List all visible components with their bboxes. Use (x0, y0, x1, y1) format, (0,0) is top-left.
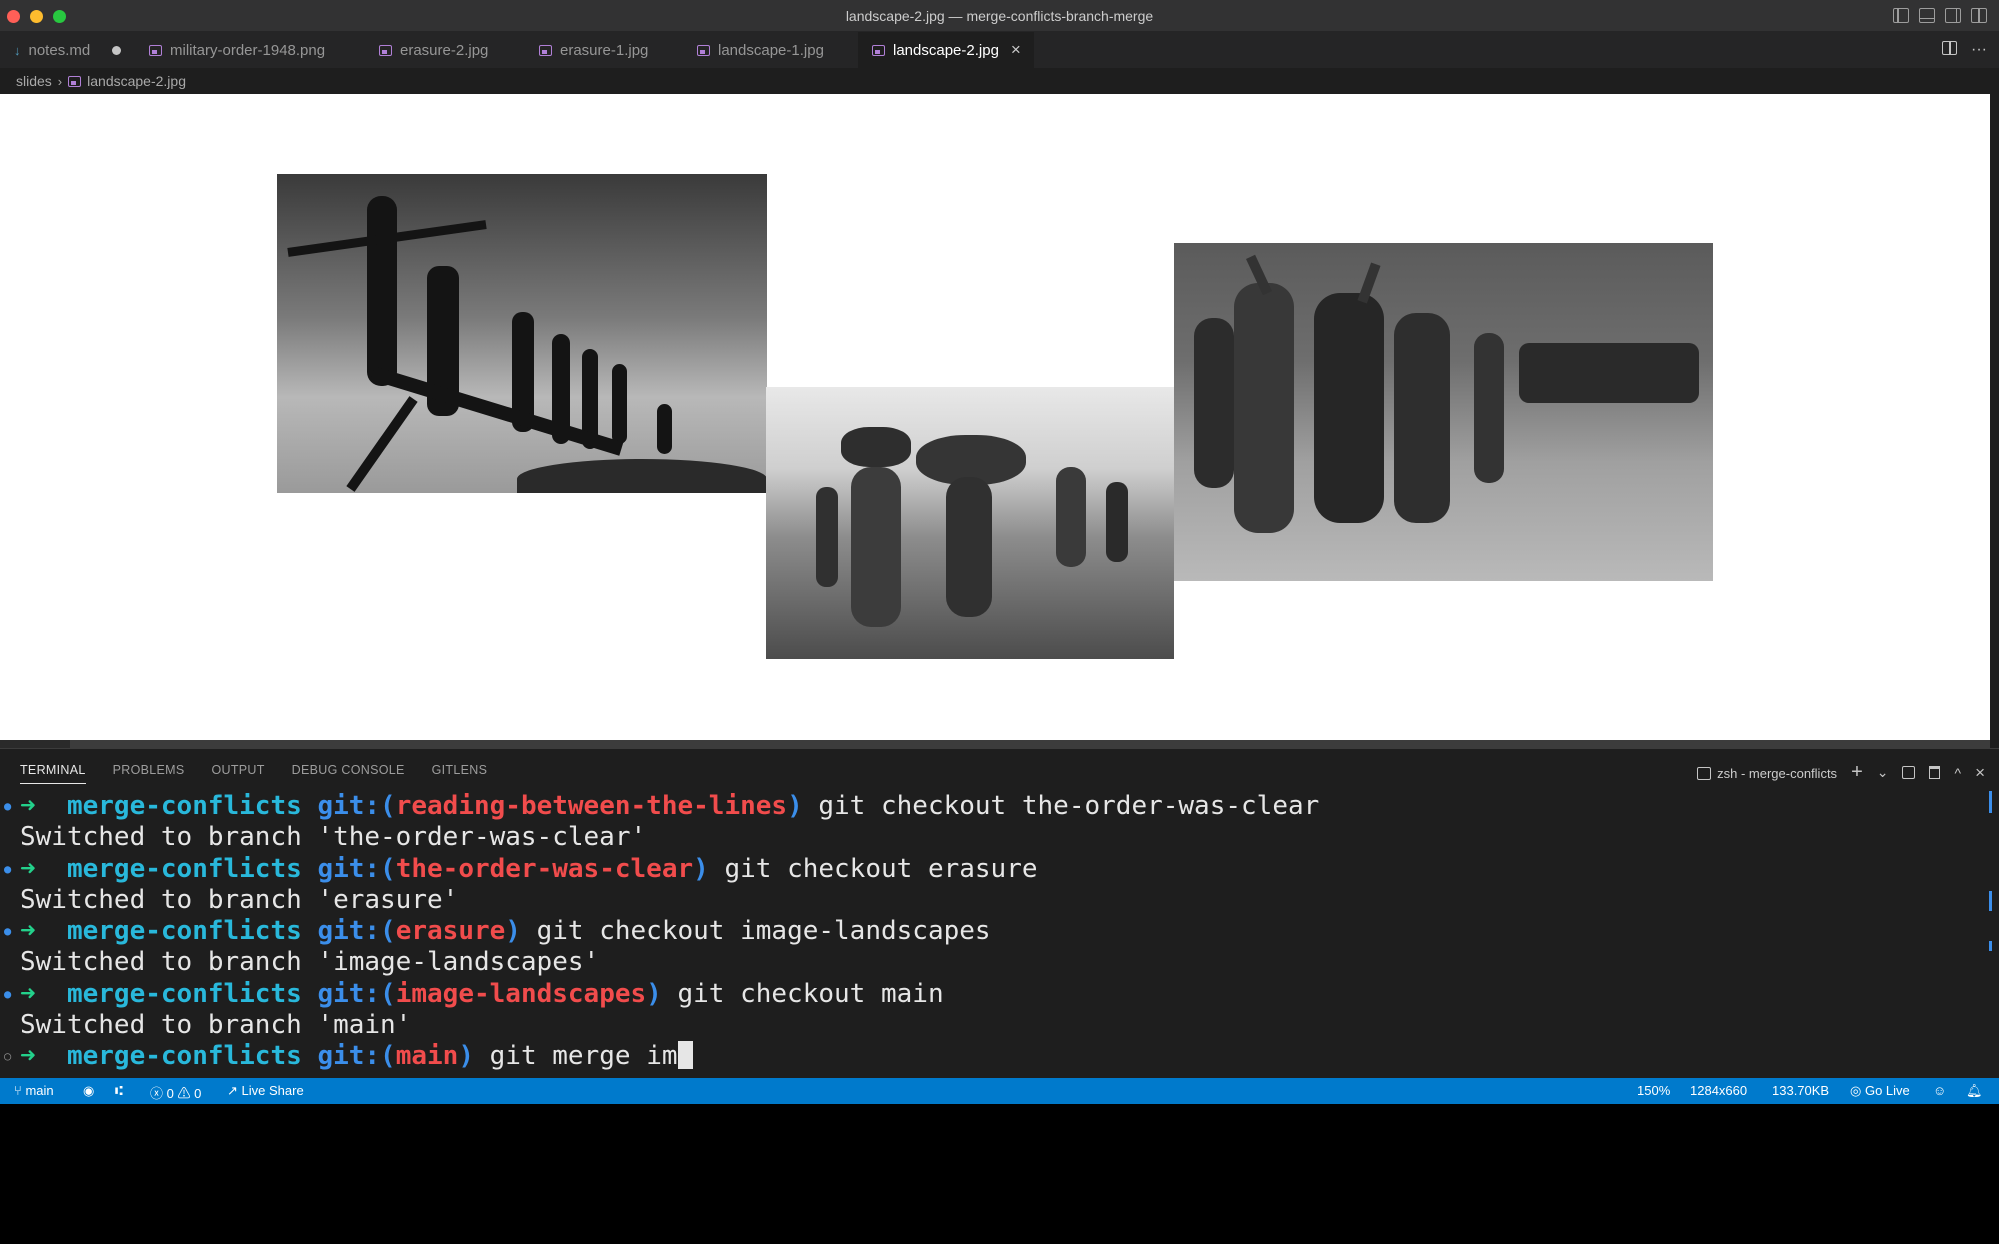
feedback-icon[interactable]: ☺ (1933, 1083, 1946, 1098)
toggle-sidebar-icon[interactable] (1893, 8, 1909, 23)
tab-landscape-2[interactable]: landscape-2.jpg × (858, 32, 1034, 68)
terminal-output[interactable]: ● ➜ merge-conflicts git:(reading-between-… (0, 791, 1980, 1073)
tab-gitlens[interactable]: GITLENS (432, 763, 488, 784)
split-terminal-icon[interactable] (1902, 766, 1916, 779)
tab-terminal[interactable]: TERMINAL (20, 763, 86, 784)
notifications-bell-icon[interactable]: 🔔︎ (1966, 1083, 1983, 1099)
tab-landscape-1[interactable]: landscape-1.jpg (683, 32, 858, 68)
kill-terminal-icon[interactable] (1929, 766, 1941, 779)
more-actions-icon[interactable]: ··· (1971, 41, 1987, 59)
tab-military-order-1948[interactable]: military-order-1948.png (135, 32, 365, 68)
breadcrumb-folder[interactable]: slides (16, 73, 52, 89)
close-panel-icon[interactable]: × (1975, 763, 1985, 783)
warning-icon: ⚠ (177, 1086, 191, 1101)
editor-tab-bar: ↓ notes.md military-order-1948.png erasu… (0, 32, 1999, 68)
tab-label: landscape-2.jpg (893, 41, 999, 59)
problems-indicator[interactable]: ⓧ 0 ⚠ 0 (150, 1083, 201, 1102)
tab-label: erasure-2.jpg (400, 41, 489, 59)
breadcrumb: slides › landscape-2.jpg (0, 68, 1999, 94)
terminal-line: Switched to branch 'the-order-was-clear' (20, 822, 647, 853)
broadcast-icon: ◎ (1850, 1083, 1862, 1098)
layout-controls (1893, 8, 1987, 23)
terminal-line: Switched to branch 'image-landscapes' (20, 947, 600, 978)
photo-soldiers-on-beam (277, 174, 767, 493)
tab-erasure-2[interactable]: erasure-2.jpg (365, 32, 525, 68)
go-live-button[interactable]: ◎ Go Live (1850, 1083, 1910, 1099)
tab-label: erasure-1.jpg (560, 41, 649, 59)
terminal-selector[interactable]: zsh - merge-conflicts (1697, 765, 1837, 781)
markdown-file-icon: ↓ (14, 42, 21, 58)
git-branch-icon: ⑂ (14, 1083, 22, 1098)
terminal-line: ● ➜ merge-conflicts git:(reading-between-… (4, 791, 1320, 821)
image-file-icon (379, 44, 392, 56)
file-size: 133.70KB (1772, 1083, 1830, 1098)
image-file-icon (149, 44, 162, 56)
photo-villagers-walking (766, 387, 1174, 659)
tab-debug-console[interactable]: DEBUG CONSOLE (292, 763, 405, 784)
toggle-panel-icon[interactable] (1919, 8, 1935, 23)
breadcrumb-separator: › (57, 73, 63, 89)
error-icon: ⓧ (150, 1086, 164, 1101)
command-decoration-icon: ● (4, 986, 12, 1001)
tab-label: landscape-1.jpg (718, 41, 824, 59)
bottom-panel: TERMINAL PROBLEMS OUTPUT DEBUG CONSOLE G… (0, 748, 1999, 1078)
tab-notes-md[interactable]: ↓ notes.md (0, 32, 135, 68)
terminal-dropdown-icon[interactable]: ⌄ (1877, 764, 1889, 781)
window-title: landscape-2.jpg — merge-conflicts-branch… (845, 8, 1154, 24)
terminal-line: ● ➜ merge-conflicts git:(erasure) git che… (4, 916, 991, 947)
tab-label: military-order-1948.png (170, 41, 326, 59)
live-share-button[interactable]: ↗ Live Share (227, 1083, 304, 1099)
terminal-icon (1697, 767, 1712, 781)
panel-tabs: TERMINAL PROBLEMS OUTPUT DEBUG CONSOLE G… (20, 763, 487, 784)
sync-eye-icon[interactable]: ◉ (83, 1083, 94, 1099)
editor-actions: ··· (1942, 41, 1987, 59)
image-file-icon (697, 44, 710, 56)
close-tab-icon[interactable]: × (1011, 40, 1021, 60)
live-share-icon: ↗ (227, 1083, 238, 1098)
status-bar: ⑂ main ◉ ⑆ ⓧ 0 ⚠ 0 ↗ Live Share 150% 128… (0, 1078, 1999, 1104)
split-editor-icon[interactable] (1942, 41, 1958, 55)
breadcrumb-file[interactable]: landscape-2.jpg (87, 73, 186, 89)
image-file-icon (539, 44, 552, 56)
command-decoration-icon: ● (4, 924, 12, 939)
tab-problems[interactable]: PROBLEMS (113, 763, 185, 784)
editor-window: landscape-2.jpg — merge-conflicts-branch… (0, 0, 1999, 1104)
terminal-line: Switched to branch 'main' (20, 1010, 412, 1041)
tab-label: notes.md (28, 41, 91, 59)
terminal-line: ● ➜ merge-conflicts git:(image-landscapes… (4, 978, 944, 1009)
photo-men-with-raised-hands (1174, 243, 1713, 581)
terminal-line-current[interactable]: ○ ➜ merge-conflicts git:(main) git merge … (0, 1041, 1980, 1072)
toggle-secondary-sidebar-icon[interactable] (1945, 8, 1961, 23)
terminal-scrollbar[interactable] (1989, 791, 1993, 1011)
zoom-level[interactable]: 150% (1637, 1083, 1670, 1098)
branch-indicator[interactable]: ⑂ main (14, 1083, 54, 1098)
tab-output[interactable]: OUTPUT (211, 763, 264, 784)
preview-horizontal-scrollbar[interactable] (70, 740, 1990, 748)
command-decoration-icon: ● (4, 861, 12, 876)
command-decoration-icon: ○ (4, 1049, 12, 1064)
image-preview[interactable] (0, 94, 1990, 740)
source-control-icon[interactable]: ⑆ (115, 1083, 123, 1098)
panel-actions: zsh - merge-conflicts + ⌄ ^ × (1697, 761, 1985, 784)
maximize-panel-icon[interactable]: ^ (1954, 765, 1961, 781)
command-decoration-icon: ● (4, 799, 12, 813)
new-terminal-icon[interactable]: + (1851, 761, 1863, 784)
title-bar: landscape-2.jpg — merge-conflicts-branch… (0, 0, 1999, 32)
customize-layout-icon[interactable] (1971, 8, 1987, 23)
terminal-cursor (677, 1041, 693, 1070)
tab-erasure-1[interactable]: erasure-1.jpg (525, 32, 683, 68)
image-file-icon (872, 44, 885, 56)
terminal-line: Switched to branch 'erasure' (20, 884, 459, 915)
terminal-line: ● ➜ merge-conflicts git:(the-order-was-cl… (4, 853, 1038, 884)
image-dimensions: 1284x660 (1690, 1083, 1748, 1098)
unsaved-dot-icon (112, 45, 122, 55)
image-file-icon (68, 75, 82, 87)
